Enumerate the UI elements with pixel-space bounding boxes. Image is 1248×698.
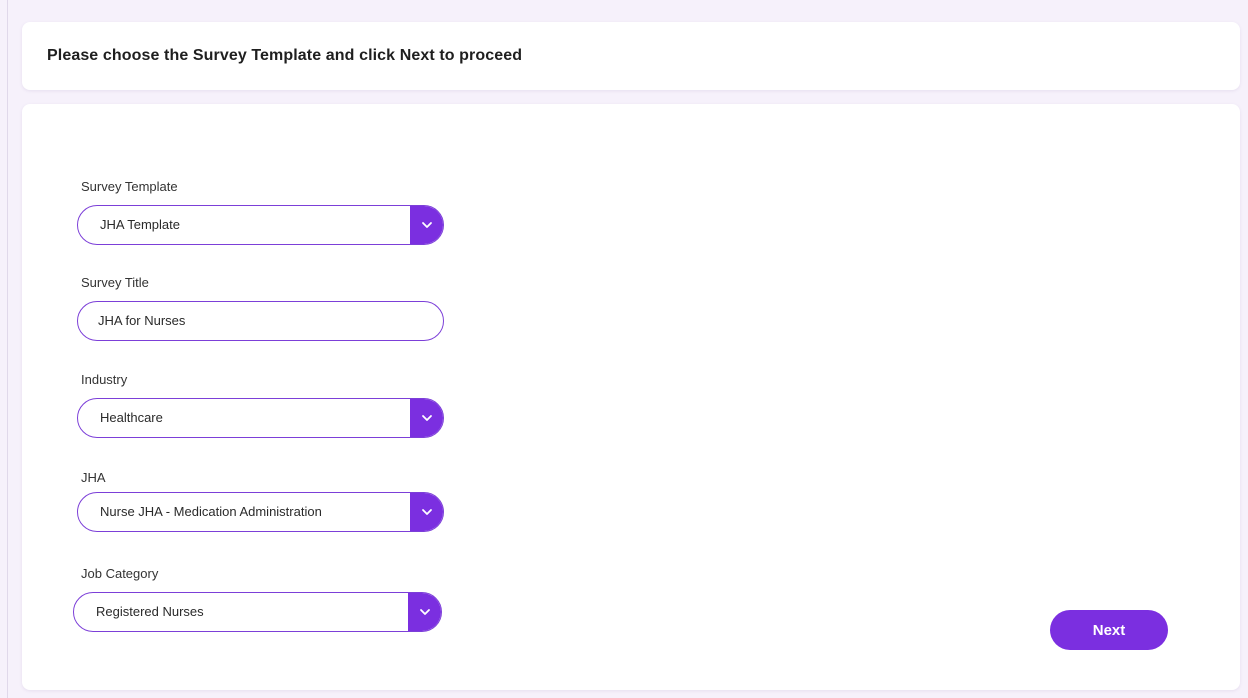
job-category-value: Registered Nurses [96, 604, 204, 619]
jha-label: JHA [81, 470, 106, 485]
next-button[interactable]: Next [1050, 610, 1168, 650]
chevron-down-icon [422, 222, 432, 228]
chevron-down-icon [422, 509, 432, 515]
jha-select[interactable]: Nurse JHA - Medication Administration [77, 492, 444, 532]
page: Please choose the Survey Template and cl… [0, 0, 1248, 698]
survey-title-value: JHA for Nurses [98, 313, 186, 328]
survey-template-label: Survey Template [81, 179, 178, 194]
survey-form-card: Survey Template JHA Template Survey Titl… [22, 104, 1240, 690]
industry-label: Industry [81, 372, 128, 387]
survey-title-input[interactable]: JHA for Nurses [77, 301, 444, 341]
job-category-label: Job Category [81, 566, 159, 581]
survey-template-value: JHA Template [100, 217, 180, 232]
survey-template-select[interactable]: JHA Template [77, 205, 444, 245]
industry-dropdown-button[interactable] [410, 399, 443, 437]
chevron-down-icon [422, 415, 432, 421]
left-divider [7, 0, 8, 698]
industry-value: Healthcare [100, 410, 163, 425]
job-category-dropdown-button[interactable] [408, 593, 441, 631]
page-title: Please choose the Survey Template and cl… [47, 47, 523, 64]
chevron-down-icon [420, 609, 430, 615]
industry-select[interactable]: Healthcare [77, 398, 444, 438]
header-card: Please choose the Survey Template and cl… [22, 22, 1240, 90]
survey-template-dropdown-button[interactable] [410, 206, 443, 244]
jha-value: Nurse JHA - Medication Administration [100, 504, 322, 519]
jha-dropdown-button[interactable] [410, 493, 443, 531]
survey-title-label: Survey Title [81, 275, 149, 290]
job-category-select[interactable]: Registered Nurses [73, 592, 442, 632]
